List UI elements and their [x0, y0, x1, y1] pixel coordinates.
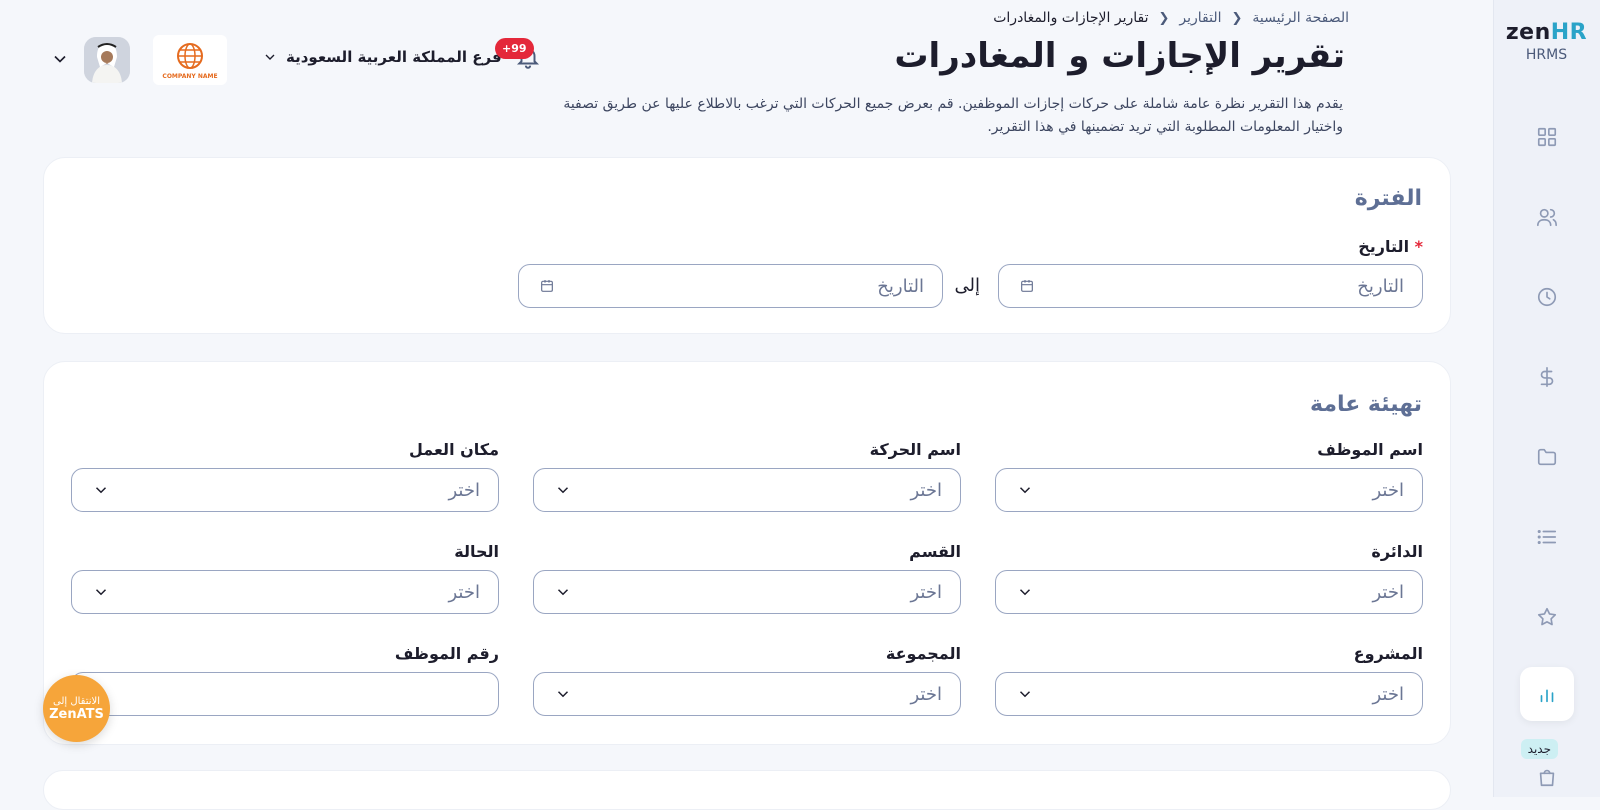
avatar[interactable]	[84, 37, 130, 83]
sidebar-item-reports[interactable]	[1520, 667, 1574, 721]
branch-selector[interactable]: فرع المملكة العربية السعودية	[262, 48, 502, 66]
department-label: الدائرة	[1371, 542, 1423, 561]
zenats-button-line1: الانتقال إلى	[53, 695, 100, 707]
section-select[interactable]: اختر	[533, 570, 961, 614]
movement-name-select[interactable]: اختر	[533, 468, 961, 512]
breadcrumb-reports[interactable]: التقارير	[1179, 10, 1221, 26]
calendar-icon	[1021, 280, 1033, 292]
app-logo-subtitle: HRMS	[1525, 47, 1568, 63]
company-name: COMPANY NAME	[162, 72, 218, 80]
branch-name: فرع المملكة العربية السعودية	[286, 48, 502, 66]
globe-logo-icon	[177, 42, 203, 69]
date-to-placeholder: التاريخ	[877, 275, 924, 297]
chevron-down-icon	[1019, 487, 1031, 494]
sidebar-item-evaluations[interactable]	[1520, 590, 1574, 644]
avatar-image	[84, 37, 130, 83]
page-description: يقدم هذا التقرير نظرة عامة شاملة على حرك…	[563, 96, 1343, 135]
chevron-down-icon	[557, 487, 569, 494]
breadcrumb-current: تقارير الإجازات والمغادرات	[993, 10, 1149, 26]
sidebar-item-dashboard[interactable]	[1520, 110, 1574, 164]
sidebar-item-tasks[interactable]	[1520, 510, 1574, 564]
calendar-icon	[541, 280, 553, 292]
work-location-select[interactable]: اختر	[71, 468, 499, 512]
page-title: تقرير الإجازات و المغادرات	[894, 36, 1345, 76]
folder-icon	[1537, 448, 1557, 466]
users-icon	[1537, 208, 1557, 227]
chevron-left-icon: ❮	[1158, 10, 1170, 26]
breadcrumb-home[interactable]: الصفحة الرئيسية	[1252, 10, 1349, 26]
sidebar-item-store[interactable]	[1520, 750, 1574, 804]
work-location-label: مكان العمل	[409, 440, 499, 459]
chevron-down-icon	[265, 54, 275, 60]
chevron-left-icon: ❮	[1231, 10, 1243, 26]
bar-chart-icon	[1540, 689, 1554, 703]
group-select[interactable]: اختر	[533, 672, 961, 716]
status-select[interactable]: اختر	[71, 570, 499, 614]
employee-number-label: رقم الموظف	[394, 644, 499, 663]
sidebar-item-payroll[interactable]	[1520, 350, 1574, 404]
group-label: المجموعة	[885, 644, 961, 663]
date-label: * التاريخ	[1358, 237, 1423, 256]
employee-name-select[interactable]: اختر	[995, 468, 1423, 512]
period-heading: الفترة	[1354, 186, 1422, 211]
period-card: الفترة * التاريخ التاريخ إلى التاريخ	[43, 157, 1451, 334]
date-from-input[interactable]: التاريخ	[998, 264, 1423, 308]
user-menu-chevron-icon[interactable]	[50, 49, 70, 69]
sidebar: zenHR HRMS جديد	[1493, 0, 1600, 797]
project-label: المشروع	[1353, 644, 1423, 663]
department-select[interactable]: اختر	[995, 570, 1423, 614]
grid-icon	[1537, 127, 1557, 147]
zenats-button[interactable]: الانتقال إلى ZenATS	[43, 675, 110, 742]
bag-icon	[1539, 769, 1555, 787]
chevron-down-icon	[1019, 589, 1031, 596]
notification-count-badge: +99	[495, 38, 534, 59]
chevron-down-icon	[95, 589, 107, 596]
main-content: الصفحة الرئيسية ❮ التقارير ❮ تقارير الإج…	[0, 0, 1493, 810]
company-logo[interactable]: COMPANY NAME	[153, 35, 227, 85]
dollar-icon	[1540, 367, 1554, 387]
status-label: الحالة	[454, 542, 499, 561]
chevron-down-icon	[1019, 691, 1031, 698]
date-from-placeholder: التاريخ	[1357, 275, 1404, 297]
required-mark: *	[1414, 237, 1423, 256]
chevron-down-icon	[557, 589, 569, 596]
employee-number-input[interactable]	[71, 672, 499, 716]
breadcrumb: الصفحة الرئيسية ❮ التقارير ❮ تقارير الإج…	[993, 10, 1349, 26]
next-card	[43, 770, 1451, 810]
sidebar-item-attendance[interactable]	[1520, 270, 1574, 324]
zenats-button-line2: ZenATS	[49, 706, 104, 722]
general-setup-card: تهيئة عامة اسم الموظف اختر اسم الحركة اخ…	[43, 361, 1451, 745]
movement-name-label: اسم الحركة	[869, 440, 961, 459]
sidebar-item-employees[interactable]	[1520, 190, 1574, 244]
section-label: القسم	[909, 542, 961, 561]
clock-icon	[1537, 287, 1557, 307]
project-select[interactable]: اختر	[995, 672, 1423, 716]
general-heading: تهيئة عامة	[1310, 392, 1422, 417]
date-to-input[interactable]: التاريخ	[518, 264, 943, 308]
list-icon	[1537, 529, 1557, 545]
app-logo[interactable]: zenHR HRMS	[1493, 20, 1600, 63]
chevron-down-icon	[95, 487, 107, 494]
chevron-down-icon	[557, 691, 569, 698]
star-icon	[1537, 607, 1557, 626]
sidebar-item-documents[interactable]	[1520, 430, 1574, 484]
to-label: إلى	[954, 275, 981, 296]
employee-name-label: اسم الموظف	[1317, 440, 1423, 459]
